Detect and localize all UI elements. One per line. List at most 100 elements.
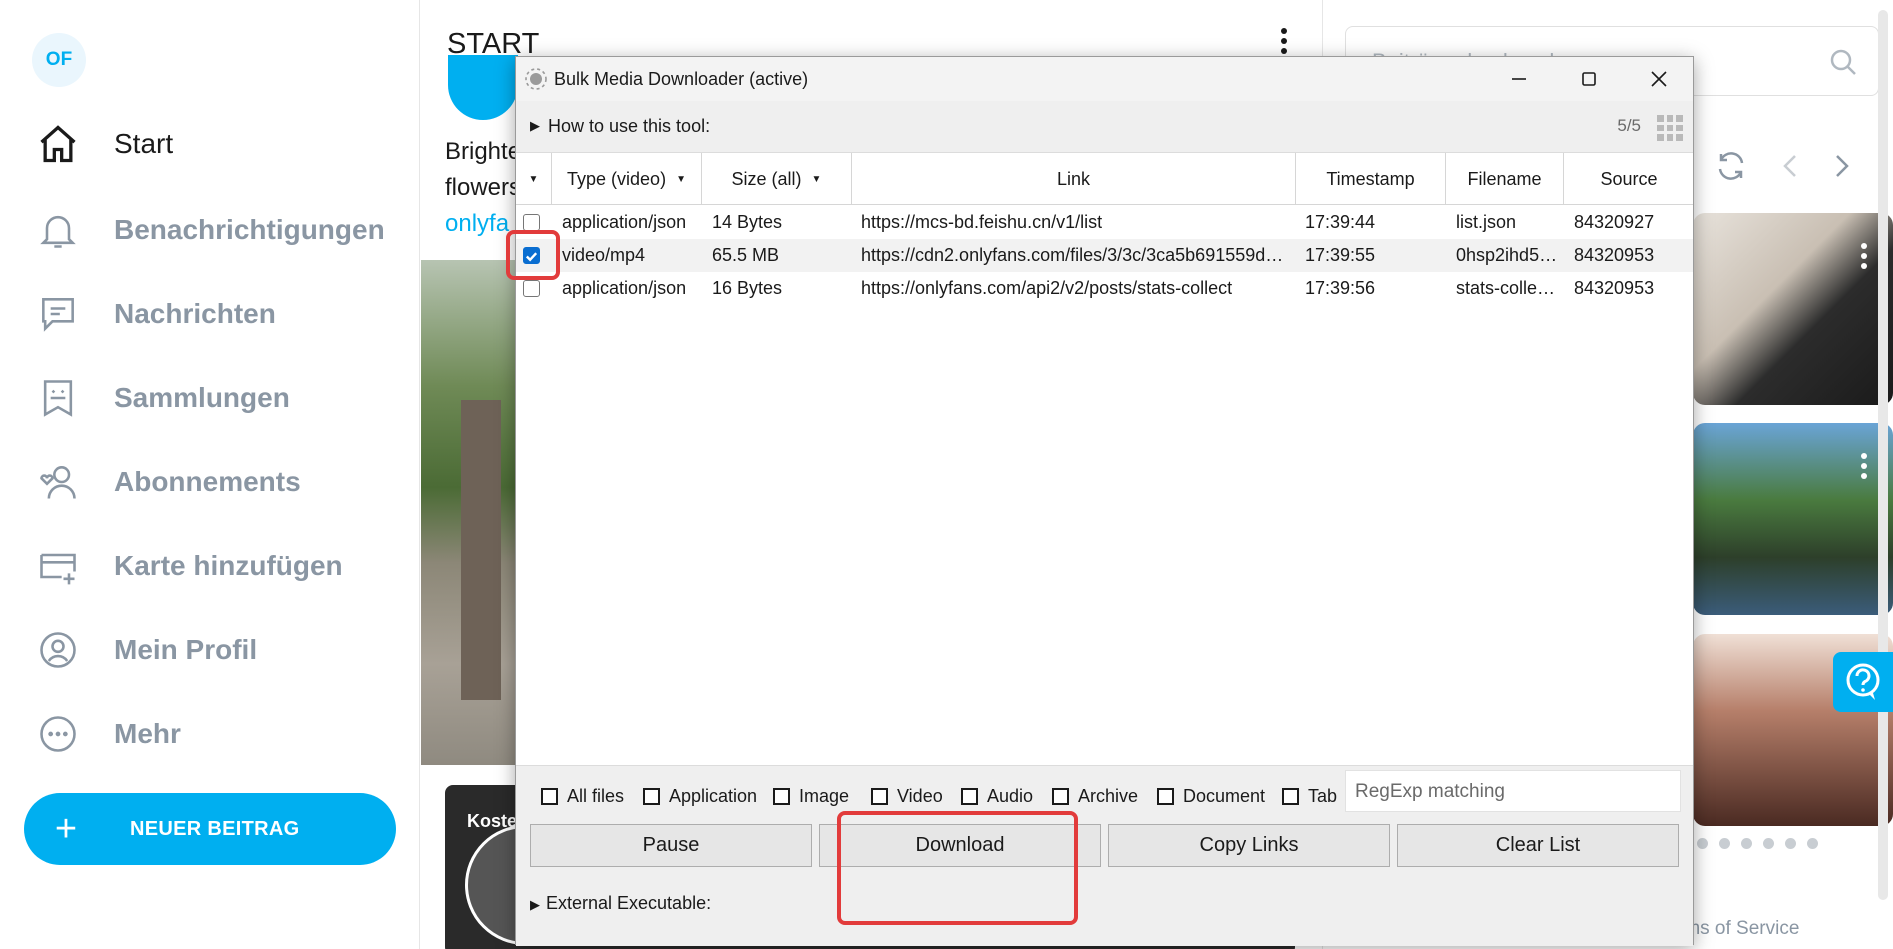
filter-label: Archive [1078,785,1139,806]
sidebar-item-mehr[interactable]: Mehr [36,704,181,764]
sidebar-item-benachrichtigungen[interactable]: Benachrichtigungen [36,200,385,260]
filter-application[interactable]: Application [643,783,757,809]
page-scrollbar[interactable] [1878,10,1888,900]
filter-label: All files [567,785,625,806]
post-text-line: Brighte [445,138,522,165]
table-row[interactable]: video/mp4 65.5 MB https://cdn2.onlyfans.… [516,239,1693,272]
filter-checkbox[interactable] [961,787,978,805]
sidebar-item-abonnements[interactable]: Abonnements [36,452,301,512]
close-icon [1651,71,1667,87]
suggestion-card[interactable] [1693,213,1893,405]
sidebar-item-label: Karte hinzufügen [114,550,343,581]
filter-document[interactable]: Document [1157,783,1265,809]
chevron-right-icon [1836,155,1849,177]
sidebar-item-sammlungen[interactable]: Sammlungen [36,368,290,428]
row-checkbox[interactable] [523,214,540,231]
filter-video[interactable]: Video [871,783,943,809]
pager-dots[interactable] [1697,836,1829,854]
table-row[interactable]: application/json 14 Bytes https://mcs-bd… [516,206,1693,239]
cell-link: https://cdn2.onlyfans.com/files/3/3c/3ca… [861,245,1293,265]
row-checkbox[interactable] [523,280,540,297]
prev-button[interactable] [1773,148,1809,184]
table-row[interactable]: application/json 16 Bytes https://onlyfa… [516,272,1693,305]
cell-link: https://onlyfans.com/api2/v2/posts/stats… [861,278,1233,298]
column-header-link[interactable]: Link [852,153,1296,205]
sidebar-item-label: Nachrichten [114,298,276,329]
filter-checkbox[interactable] [541,787,558,805]
refresh-button[interactable] [1713,148,1749,184]
next-button[interactable] [1823,148,1859,184]
filter-label: Tab [1308,785,1338,806]
card-menu-icon[interactable] [1861,243,1867,273]
app-icon [525,68,547,90]
sidebar-item-start[interactable]: Start [36,114,173,174]
post-author-avatar[interactable] [448,55,518,120]
column-header-label: Type (video) [567,168,667,189]
how-to-section[interactable]: ▶ How to use this tool: 5/5 [516,101,1693,153]
sidebar-item-label: Benachrichtigungen [114,214,385,245]
external-executable-section[interactable]: ▶ External Executable: [530,893,711,914]
table-header: ▼ Type (video) ▼ Size (all) ▼ Link Timesta… [516,153,1693,205]
filter-checkbox[interactable] [871,787,888,805]
sidebar-item-karte-hinzufuegen[interactable]: Karte hinzufügen [36,536,343,596]
regexp-input[interactable]: RegExp matching [1345,770,1681,812]
feed-menu-icon[interactable] [1279,28,1289,58]
card-menu-icon[interactable] [1861,453,1867,483]
filter-checkbox[interactable] [1157,787,1174,805]
more-icon [40,716,76,752]
cell-timestamp: 17:39:56 [1305,278,1376,298]
cell-type: application/json [562,278,687,298]
filter-checkbox[interactable] [1282,787,1299,805]
cell-filename: 0hsp2ihd5kj… [1456,245,1562,265]
refresh-icon [1718,152,1744,180]
pause-button[interactable]: Pause [530,824,812,867]
filter-checkbox[interactable] [773,787,790,805]
table-body: application/json 14 Bytes https://mcs-bd… [516,206,1693,826]
new-post-button[interactable]: + NEUER BEITRAG [24,793,396,865]
clear-list-button[interactable]: Clear List [1397,824,1679,867]
card-add-icon [40,553,76,585]
minimize-button[interactable] [1484,57,1554,101]
cell-timestamp: 17:39:55 [1305,245,1376,265]
select-column-header[interactable]: ▼ [516,153,552,205]
column-header-timestamp[interactable]: Timestamp [1296,153,1446,205]
filter-checkbox[interactable] [1052,787,1069,805]
sidebar-item-label: Mein Profil [114,634,258,665]
cell-source: 84320927 [1574,212,1655,232]
filter-label: Application [669,785,758,806]
filter-image[interactable]: Image [773,783,849,809]
card-tag: Koste [467,811,518,831]
cell-type: application/json [562,212,687,232]
filter-label: Audio [987,785,1034,806]
subscriptions-icon [40,466,76,499]
copy-links-button[interactable]: Copy Links [1108,824,1390,867]
close-button[interactable] [1624,57,1694,101]
column-header-size[interactable]: Size (all) ▼ [702,153,852,205]
cell-type: video/mp4 [562,245,646,265]
column-header-source[interactable]: Source [1564,153,1694,205]
help-button[interactable] [1833,652,1893,712]
bulk-media-downloader-window: Bulk Media Downloader (active) ▶ How to … [506,56,1694,946]
column-header-type[interactable]: Type (video) ▼ [552,153,702,205]
filter-tab[interactable]: Tab [1282,783,1337,809]
profile-icon [40,632,76,668]
filter-all-files[interactable]: All files [541,783,624,809]
terms-link[interactable]: rms of Service [1678,918,1799,940]
filter-checkbox[interactable] [643,787,660,805]
cell-filename: list.json [1456,212,1517,232]
suggestion-card[interactable] [1693,423,1893,615]
filter-archive[interactable]: Archive [1052,783,1138,809]
column-header-label: Timestamp [1326,168,1415,189]
column-header-label: Link [1056,168,1091,189]
maximize-button[interactable] [1554,57,1624,101]
grid-icon[interactable] [1657,115,1683,141]
user-avatar[interactable]: OF [32,33,86,87]
sidebar-item-nachrichten[interactable]: Nachrichten [36,284,276,344]
filter-label: Image [799,785,850,806]
column-header-filename[interactable]: Filename [1446,153,1564,205]
filter-audio[interactable]: Audio [961,783,1033,809]
cell-size: 65.5 MB [712,245,780,265]
window-titlebar[interactable]: Bulk Media Downloader (active) [516,57,1693,101]
sidebar-item-mein-profil[interactable]: Mein Profil [36,620,257,680]
post-text-line: flowers [445,174,522,201]
